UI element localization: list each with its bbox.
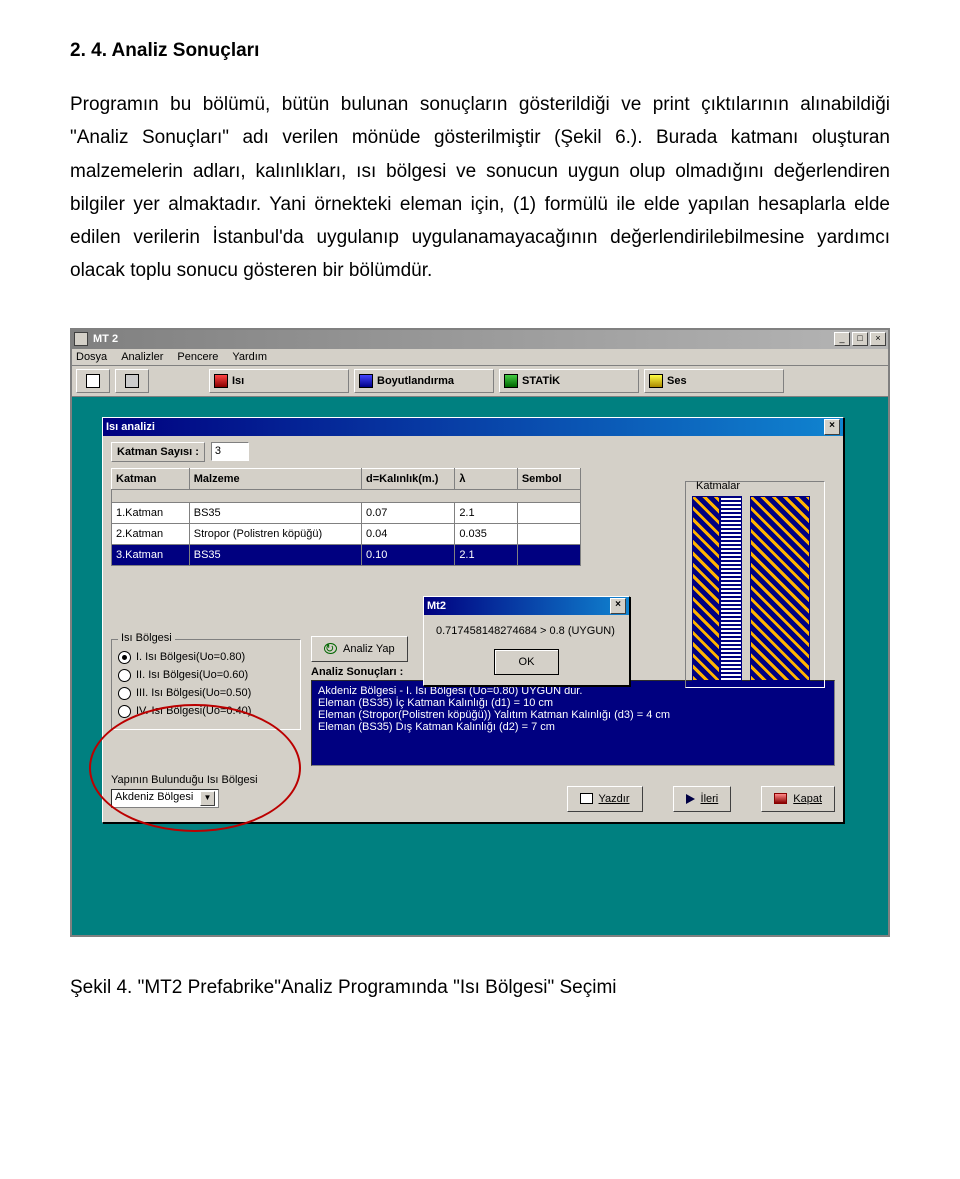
table-row-selected[interactable]: 3.KatmanBS350.102.1: [112, 544, 581, 565]
door-icon: [774, 793, 787, 804]
figure-caption: Şekil 4. "MT2 Prefabrike"Analiz Programı…: [70, 977, 890, 999]
menu-analizler[interactable]: Analizler: [121, 351, 163, 363]
printer-icon: [580, 793, 593, 804]
isi-group-title: Isı Bölgesi: [118, 632, 175, 644]
col-sembol: Sembol: [517, 468, 580, 489]
static-icon: [504, 374, 518, 388]
toolbar-isi[interactable]: Isı: [209, 369, 349, 393]
radio-icon: [118, 687, 131, 700]
dialog-close-button[interactable]: ×: [824, 419, 840, 435]
dialog-title: Isı analizi: [106, 421, 824, 433]
table-row[interactable]: 1.KatmanBS350.072.1: [112, 502, 581, 523]
radio-icon: [118, 651, 131, 664]
analysis-dialog: Isı analizi × Katman Sayısı : 3 Katman: [102, 417, 844, 823]
radio-icon: [118, 705, 131, 718]
app-titlebar: MT 2 _ □ ×: [72, 330, 888, 349]
menubar: Dosya Analizler Pencere Yardım: [72, 349, 888, 366]
menu-yardim[interactable]: Yardım: [232, 351, 267, 363]
dialog-titlebar: Isı analizi ×: [103, 418, 843, 436]
radio-isi-4[interactable]: IV. Isı Bölgesi(Uo=0.40): [118, 705, 294, 718]
modal-message: 0.717458148274684 > 0.8 (UYGUN): [436, 625, 617, 637]
layer-count-label: Katman Sayısı :: [111, 442, 205, 462]
radio-isi-1[interactable]: I. Isı Bölgesi(Uo=0.80): [118, 651, 294, 664]
close-dialog-button[interactable]: Kapat: [761, 786, 835, 812]
layer-count-field[interactable]: 3: [211, 442, 249, 461]
doc-icon: [86, 374, 100, 388]
layers-preview-group: Katmalar: [685, 478, 825, 691]
toolbar-btn-1[interactable]: [76, 369, 110, 393]
workspace: Isı analizi × Katman Sayısı : 3 Katman: [72, 397, 888, 935]
thermo-icon: [214, 374, 228, 388]
toolbar: Isı Boyutlandırma STATİK Ses: [72, 366, 888, 397]
radio-isi-2[interactable]: II. Isı Bölgesi(Uo=0.60): [118, 669, 294, 682]
toolbar-boyut[interactable]: Boyutlandırma: [354, 369, 494, 393]
dim-icon: [359, 374, 373, 388]
window-controls: _ □ ×: [834, 332, 886, 346]
col-d: d=Kalınlık(m.): [362, 468, 455, 489]
maximize-button[interactable]: □: [852, 332, 868, 346]
app-title: MT 2: [93, 333, 834, 345]
layer-vis-1: [692, 496, 720, 681]
figure-screenshot: MT 2 _ □ × Dosya Analizler Pencere Yardı…: [70, 328, 890, 937]
app-icon: [74, 332, 88, 346]
arrow-right-icon: [686, 794, 695, 804]
col-malzeme: Malzeme: [189, 468, 361, 489]
analyze-button[interactable]: Analiz Yap: [311, 636, 408, 662]
modal-title: Mt2: [427, 600, 610, 612]
sheet-icon: [125, 374, 139, 388]
isi-bolgesi-group: Isı Bölgesi I. Isı Bölgesi(Uo=0.80) II. …: [111, 639, 301, 730]
col-lambda: λ: [455, 468, 518, 489]
toolbar-ses[interactable]: Ses: [644, 369, 784, 393]
section-heading: 2. 4. Analiz Sonuçları: [70, 40, 890, 62]
layer-table: Katman Malzeme d=Kalınlık(m.) λ Sembol 1…: [111, 468, 581, 566]
results-box: Akdeniz Bölgesi - I. Isı Bölgesi (Uo=0.8…: [311, 680, 835, 766]
chevron-down-icon: ▼: [200, 791, 215, 806]
radio-icon: [118, 669, 131, 682]
refresh-icon: [324, 643, 337, 654]
modal-close-button[interactable]: ×: [610, 598, 626, 614]
message-dialog: Mt2× 0.717458148274684 > 0.8 (UYGUN) OK: [423, 596, 628, 686]
toolbar-btn-2[interactable]: [115, 369, 149, 393]
yapi-label: Yapının Bulunduğu Isı Bölgesi: [111, 774, 835, 786]
close-button[interactable]: ×: [870, 332, 886, 346]
col-katman: Katman: [112, 468, 190, 489]
radio-isi-3[interactable]: III. Isı Bölgesi(Uo=0.50): [118, 687, 294, 700]
layers-groupbox: Katmalar: [685, 481, 825, 688]
sound-icon: [649, 374, 663, 388]
print-button[interactable]: Yazdır: [567, 786, 643, 812]
next-button[interactable]: İleri: [673, 786, 732, 812]
toolbar-statik[interactable]: STATİK: [499, 369, 639, 393]
table-row[interactable]: 2.KatmanStropor (Polistren köpüğü)0.040.…: [112, 523, 581, 544]
layers-label: Katmalar: [696, 480, 818, 492]
modal-ok-button[interactable]: OK: [494, 649, 560, 675]
menu-dosya[interactable]: Dosya: [76, 351, 107, 363]
minimize-button[interactable]: _: [834, 332, 850, 346]
body-paragraph: Programın bu bölümü, bütün bulunan sonuç…: [70, 88, 890, 288]
layer-vis-3: [750, 496, 810, 681]
menu-pencere[interactable]: Pencere: [177, 351, 218, 363]
app-window: MT 2 _ □ × Dosya Analizler Pencere Yardı…: [70, 328, 890, 937]
region-combo[interactable]: Akdeniz Bölgesi▼: [111, 789, 219, 808]
layer-vis-2: [720, 496, 742, 681]
